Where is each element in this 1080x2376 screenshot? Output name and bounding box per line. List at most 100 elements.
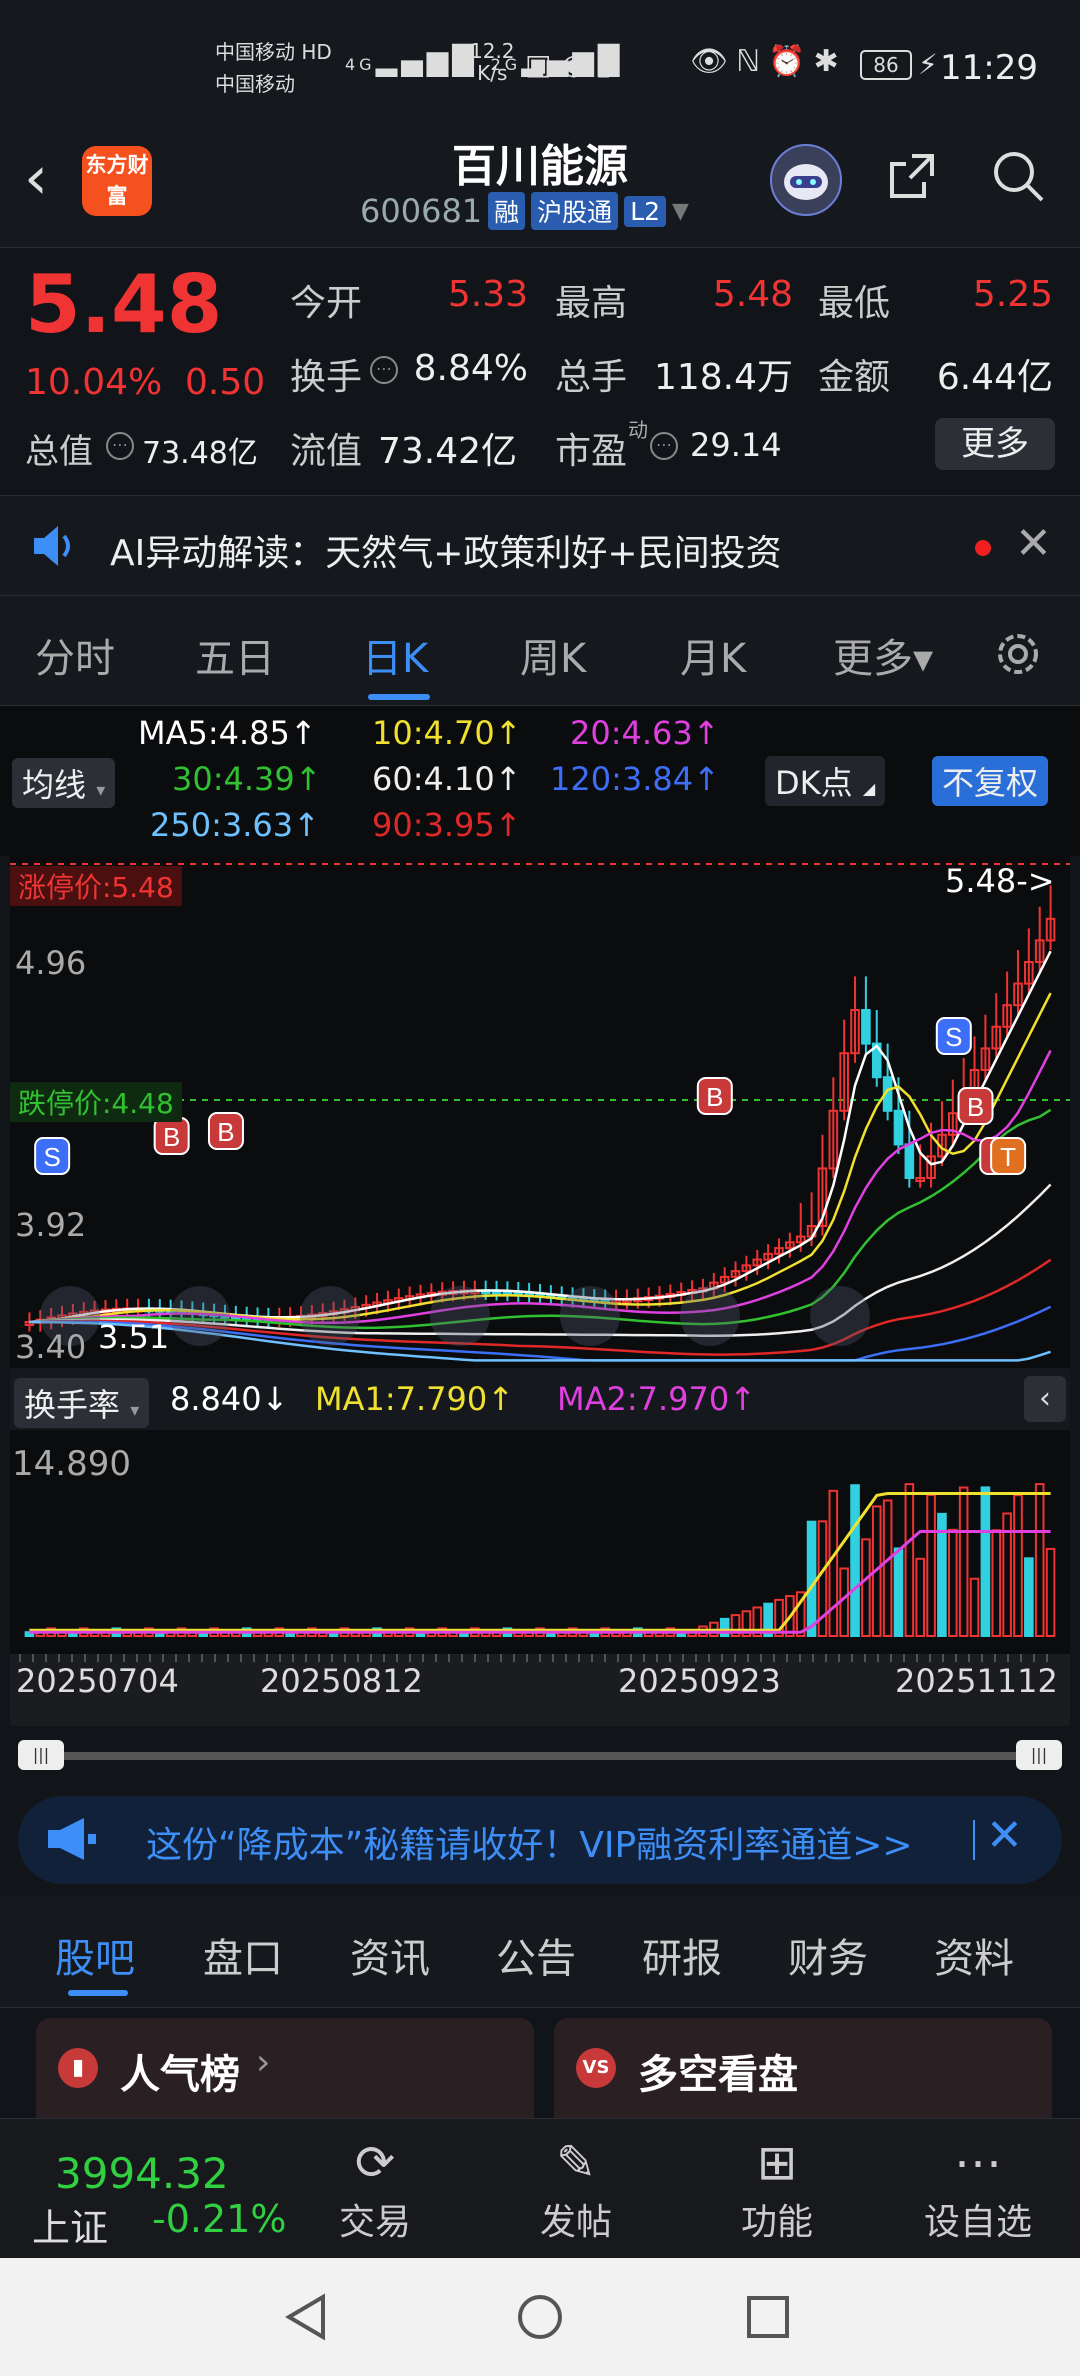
mktcap-label: 总值 <box>25 432 93 472</box>
trade-button[interactable]: ⟳ 交易 <box>305 2133 445 2245</box>
tab-news[interactable]: 资讯 <box>350 1926 430 1984</box>
tab-profile[interactable]: 资料 <box>934 1926 1014 1984</box>
tab-announcements[interactable]: 公告 <box>496 1926 576 1984</box>
ma5-label: MA5:4.85↑ <box>138 714 317 752</box>
bottom-bar: 3994.32 上证 -0.21% ⟳ 交易 ✎ 发帖 ⊞ 功能 ⋯ 设自选 <box>0 2118 1080 2258</box>
stock-code-row[interactable]: 600681 融 沪股通 L2 ▼ <box>360 192 689 230</box>
search-icon[interactable] <box>988 146 1048 218</box>
date-label-1: 20250704 <box>16 1662 179 1700</box>
chart-nav-button-1 <box>170 1286 230 1346</box>
dk-marker-text-0: S <box>43 1142 60 1172</box>
low-label: 最低 <box>818 283 891 324</box>
signal-bars-icon: ▂▄▆█ <box>375 44 478 77</box>
turnover-label: 换手 <box>290 357 363 398</box>
post-button[interactable]: ✎ 发帖 <box>506 2133 646 2245</box>
ma250-label: 250:3.63↑ <box>150 806 320 844</box>
tab-intraday[interactable]: 分时 <box>35 626 115 684</box>
turnover-bar <box>893 1547 904 1637</box>
ai-insight-bar[interactable]: AI异动解读：天然气+政策利好+民间投资 ✕ <box>0 496 1080 596</box>
popularity-card[interactable]: ▮ 人气榜 › <box>36 2018 534 2118</box>
kline-chart[interactable]: SBBBSBBT 涨停价:5.48 5.48-> 4.96 跌停价:4.48 3… <box>10 856 1070 1726</box>
date-label-2: 20250812 <box>260 1662 423 1700</box>
charging-icon: ⚡ <box>918 48 938 81</box>
turnover-max-label: 14.890 <box>12 1444 131 1484</box>
info-icon-2[interactable]: ⋯ <box>106 432 134 460</box>
collapse-icon[interactable]: ‹ <box>1024 1376 1066 1422</box>
back-triangle-icon[interactable] <box>283 2292 329 2346</box>
scroll-handle-left[interactable]: ||| <box>18 1740 64 1770</box>
share-icon[interactable] <box>882 146 942 218</box>
recents-square-icon[interactable] <box>745 2294 791 2344</box>
scroll-handle-right[interactable]: ||| <box>1016 1740 1062 1770</box>
date-label-3: 20250923 <box>618 1662 781 1700</box>
turnover-pane-bg <box>10 1430 1070 1654</box>
tab-5day[interactable]: 五日 <box>195 626 275 684</box>
pe-sup: 动 <box>628 418 648 442</box>
pe-label: 市盈 <box>555 431 628 472</box>
kline-svg: SBBBSBBT <box>10 856 1070 1726</box>
amount-value: 6.44亿 <box>936 357 1053 398</box>
promo-text: 这份“降成本”秘籍请收好！VIP融资利率通道>> <box>146 1825 913 1866</box>
tab-forum[interactable]: 股吧 <box>55 1926 135 1984</box>
close-icon-promo[interactable]: ✕ <box>986 1810 1023 1861</box>
info-icon-3[interactable]: ⋯ <box>650 432 678 460</box>
long-short-title: 多空看盘 <box>638 2052 798 2098</box>
index-name: 上证 <box>32 2206 109 2250</box>
home-circle-icon[interactable] <box>515 2292 565 2346</box>
tab-weekly-k[interactable]: 周K <box>520 626 586 684</box>
speaker-icon <box>30 522 80 574</box>
turnover-bar <box>1024 1557 1034 1637</box>
turnover-bar <box>850 1484 860 1637</box>
dk-points-button[interactable]: DK点 ◢ <box>765 756 886 806</box>
ma20-label: 20:4.63↑ <box>570 714 720 752</box>
ma120-label: 120:3.84↑ <box>550 760 720 798</box>
turnover-value: 8.84% <box>413 348 528 389</box>
function-button[interactable]: ⊞ 功能 <box>707 2133 847 2245</box>
indicator-select[interactable]: 换手率 ▾ <box>14 1378 150 1428</box>
chart-nav-button-4 <box>560 1286 620 1346</box>
chart-scrollbar[interactable]: ||| ||| <box>0 1726 1080 1786</box>
ma-type-select[interactable]: 均线 ▾ <box>12 758 116 808</box>
more-dots-icon: ⋯ <box>954 2135 1002 2191</box>
info-tabs: 股吧 盘口 资讯 公告 研报 财务 资料 <box>0 1896 1080 2008</box>
net-speed: 12.2 K/s <box>470 39 515 85</box>
open-value: 5.33 <box>447 274 528 315</box>
adjust-button[interactable]: 不复权 <box>932 756 1049 806</box>
long-short-card[interactable]: VS 多空看盘 <box>554 2018 1052 2118</box>
stock-header: ‹ 东方财富 百川能源 600681 融 沪股通 L2 ▼ <box>0 130 1080 248</box>
clock: 11:29 <box>940 48 1038 88</box>
close-icon[interactable]: ✕ <box>1015 518 1052 569</box>
dk-marker-text-5: B <box>967 1092 984 1122</box>
chart-nav-button-5 <box>680 1286 740 1346</box>
tab-orderbook[interactable]: 盘口 <box>203 1926 283 1984</box>
candle-body <box>904 1143 915 1179</box>
open-label: 今开 <box>290 283 363 324</box>
ma-type-label: 均线 <box>22 766 87 804</box>
low-value: 5.25 <box>972 274 1053 315</box>
robot-assistant-icon[interactable] <box>770 144 842 216</box>
add-watchlist-button[interactable]: ⋯ 设自选 <box>908 2133 1048 2245</box>
dk-points-label: DK点 <box>775 764 853 802</box>
high-label: 最高 <box>555 283 628 324</box>
gear-icon[interactable] <box>990 626 1046 686</box>
dk-marker-text-1: B <box>163 1122 180 1152</box>
axis-label-3-92: 3.92 <box>15 1206 87 1244</box>
tab-more[interactable]: 更多▾ <box>833 626 933 684</box>
more-button[interactable]: 更多 <box>935 418 1055 470</box>
promo-banner[interactable]: 这份“降成本”秘籍请收好！VIP融资利率通道>> ✕ <box>18 1796 1062 1884</box>
turnover-ma2: MA2:7.970↑ <box>557 1380 757 1418</box>
tab-research[interactable]: 研报 <box>642 1926 722 1984</box>
chevron-right-icon: › <box>256 2042 271 2083</box>
tab-finance[interactable]: 财务 <box>788 1926 868 1984</box>
quote-panel: 5.48 10.04% 0.50 今开 5.33 最高 5.48 最低 5.25… <box>0 248 1080 496</box>
info-icon[interactable]: ⋯ <box>370 356 398 384</box>
tab-daily-k[interactable]: 日K <box>362 626 428 684</box>
volume-value: 118.4万 <box>653 357 793 398</box>
index-value[interactable]: 3994.32 <box>55 2149 229 2198</box>
watchlist-label: 设自选 <box>923 2202 1032 2243</box>
stock-code: 600681 <box>360 192 483 230</box>
tab-monthly-k[interactable]: 月K <box>680 626 746 684</box>
turnover-ma1: MA1:7.790↑ <box>315 1380 515 1418</box>
post-label: 发帖 <box>539 2202 612 2243</box>
rank-icon: ▮ <box>58 2048 98 2088</box>
